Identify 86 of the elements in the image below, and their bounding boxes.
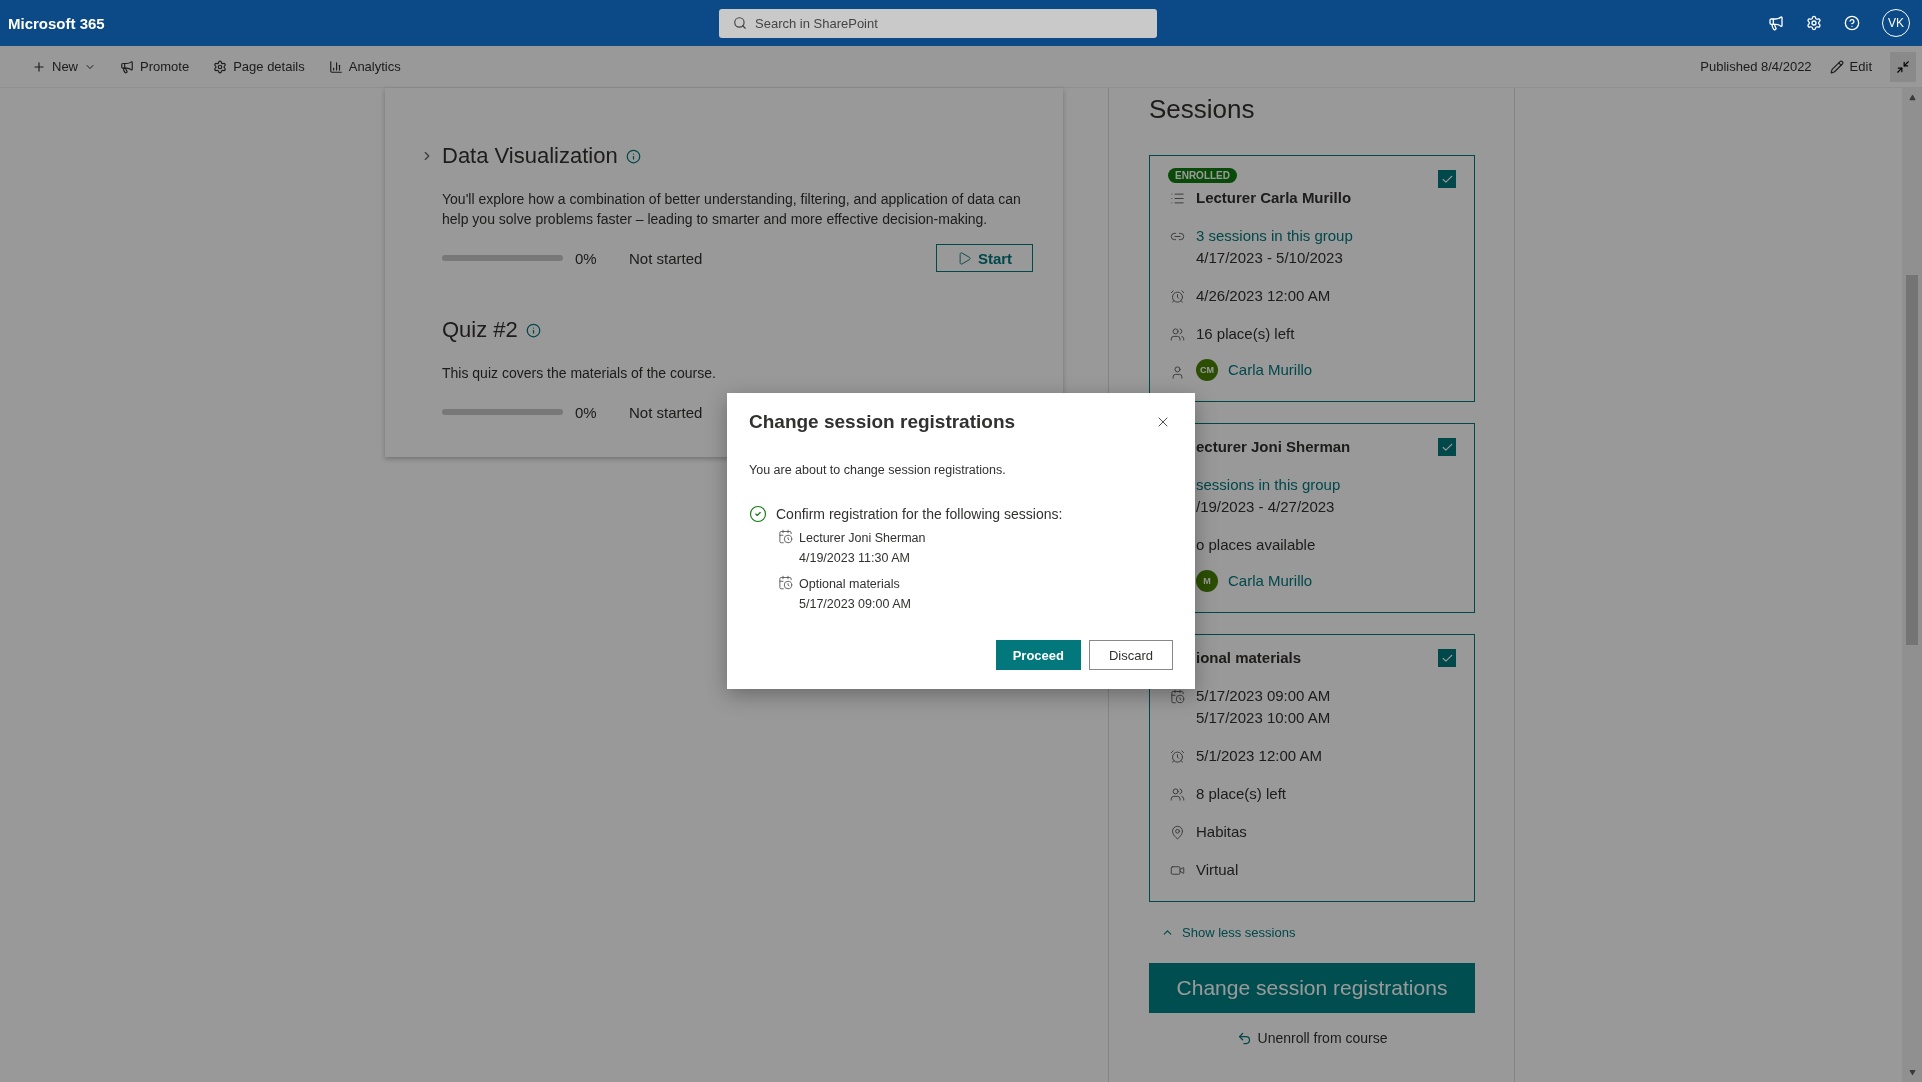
session-checkbox[interactable] <box>1438 438 1456 456</box>
module-title: Data Visualization <box>442 143 618 169</box>
alarm-clock-icon <box>1169 289 1185 304</box>
megaphone-icon <box>120 59 134 74</box>
chart-icon <box>328 59 343 74</box>
search-icon <box>733 16 747 30</box>
module-status: Not started <box>629 403 703 421</box>
person-icon <box>1169 365 1185 380</box>
info-icon[interactable] <box>625 148 641 164</box>
list-icon <box>1169 191 1185 206</box>
settings-icon[interactable] <box>1806 15 1822 31</box>
session-detail: Virtual <box>1196 860 1239 880</box>
session-time: 4/19/2023 11:30 AM <box>799 550 911 567</box>
session-title: ional materials <box>1196 648 1302 668</box>
undo-icon <box>1236 1030 1252 1046</box>
published-date: Published 8/4/2022 <box>1700 59 1812 74</box>
calendar-clock-icon <box>778 529 793 544</box>
change-registrations-button[interactable]: Change session registrations <box>1149 963 1475 1013</box>
settings-icon <box>213 59 228 74</box>
app-name[interactable]: Microsoft 365 <box>8 14 719 32</box>
play-icon <box>956 250 972 266</box>
progress-percent: 0% <box>575 403 598 421</box>
help-icon[interactable] <box>1844 15 1860 31</box>
sessions-group-link[interactable]: sessions in this group <box>1196 474 1341 496</box>
unenroll-button[interactable]: Unenroll from course <box>1230 1029 1394 1047</box>
instructor-avatar: M <box>1196 570 1218 592</box>
session-detail: Habitas <box>1196 822 1247 842</box>
instructor-link[interactable]: Carla Murillo <box>1228 570 1313 592</box>
session-checkbox[interactable] <box>1438 649 1456 667</box>
session-title: Lecturer Carla Murillo <box>1196 188 1352 208</box>
megaphone-icon[interactable] <box>1768 15 1784 31</box>
session-title: ecturer Joni Sherman <box>1196 437 1351 457</box>
edit-button[interactable]: Edit <box>1825 59 1876 74</box>
plus-icon <box>32 59 46 74</box>
scroll-thumb[interactable] <box>1906 275 1918 645</box>
command-button[interactable]: Analytics <box>324 59 405 74</box>
session-detail: 5/17/2023 09:00 AM <box>1196 686 1331 706</box>
sessions-heading: Sessions <box>1149 93 1256 126</box>
calendar-clock-icon <box>1169 689 1185 704</box>
enrolled-badge: ENROLLED <box>1168 168 1237 183</box>
session-detail: 5/1/2023 12:00 AM <box>1196 746 1322 766</box>
scroll-down-icon[interactable] <box>1908 1069 1916 1076</box>
check-circle-icon <box>749 505 767 523</box>
session-detail: 16 place(s) left <box>1196 324 1295 344</box>
session-name: Optional materials <box>799 576 901 593</box>
session-detail: 4/17/2023 - 5/10/2023 <box>1196 248 1344 268</box>
confirm-heading: Confirm registration for the following sessions: <box>776 506 1063 522</box>
module-description: You'll explore how a combination of better understanding, filtering, and application of data can help you solve problems faster – leading to smarter and more effective decision-making. <box>442 190 1022 229</box>
module-title: Quiz #2 <box>442 317 518 343</box>
dialog-message: You are about to change session registrations. <box>749 463 1007 477</box>
show-less-link[interactable]: Show less sessions <box>1155 924 1302 941</box>
collapse-icon <box>1896 59 1910 74</box>
session-detail: /19/2023 - 4/27/2023 <box>1196 497 1336 517</box>
dialog-title: Change session registrations <box>749 411 1016 433</box>
command-button[interactable]: Promote <box>116 59 194 74</box>
instructor-link[interactable]: Carla Murillo <box>1228 359 1313 381</box>
info-icon[interactable] <box>525 322 541 338</box>
video-camera-icon <box>1169 863 1185 878</box>
session-detail: 4/26/2023 12:00 AM <box>1196 286 1331 306</box>
start-button[interactable]: Start <box>936 244 1033 272</box>
session-detail: o places available <box>1196 535 1316 555</box>
progress-percent: 0% <box>575 249 598 267</box>
location-pin-icon <box>1169 825 1185 840</box>
session-name: Lecturer Joni Sherman <box>799 530 926 547</box>
people-icon <box>1169 327 1185 342</box>
instructor-avatar: CM <box>1196 359 1218 381</box>
people-icon <box>1169 787 1185 802</box>
scroll-up-icon[interactable] <box>1908 94 1916 101</box>
session-detail: 5/17/2023 10:00 AM <box>1196 708 1331 728</box>
session-checkbox[interactable] <box>1438 170 1456 188</box>
session-time: 5/17/2023 09:00 AM <box>799 596 911 613</box>
module-status: Not started <box>629 249 703 267</box>
command-button[interactable]: Page details <box>209 59 309 74</box>
proceed-button[interactable]: Proceed <box>995 640 1081 670</box>
session-detail: 8 place(s) left <box>1196 784 1287 804</box>
collapse-button[interactable] <box>1890 51 1916 82</box>
module-description: This quiz covers the materials of the course. <box>442 364 717 383</box>
alarm-clock-icon <box>1169 749 1185 764</box>
search-field[interactable]: Search in SharePoint <box>719 8 1157 38</box>
scrollbar[interactable] <box>1902 88 1922 1082</box>
discard-button[interactable]: Discard <box>1089 640 1173 670</box>
search-placeholder: Search in SharePoint <box>755 15 878 31</box>
pencil-icon <box>1829 59 1844 74</box>
sessions-group-link[interactable]: 3 sessions in this group <box>1196 225 1353 247</box>
calendar-clock-icon <box>778 575 793 590</box>
command-button[interactable]: New <box>28 59 100 74</box>
